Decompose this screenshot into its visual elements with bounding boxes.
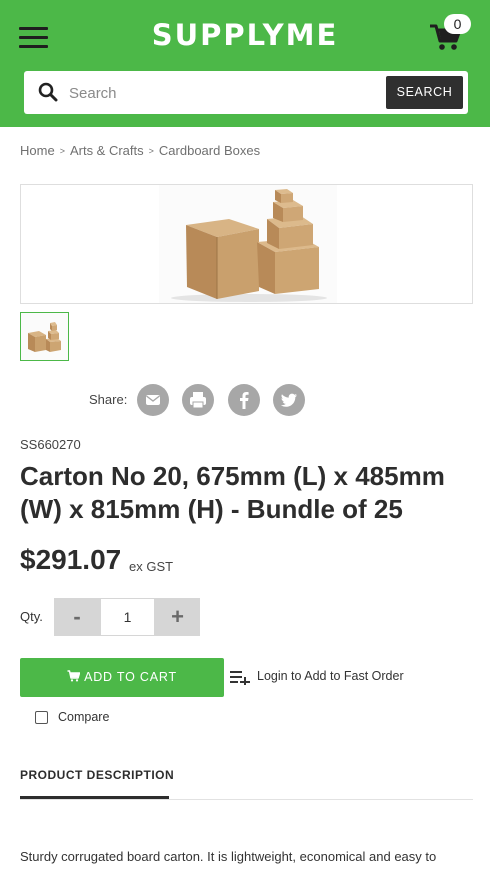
- quantity-decrease-button[interactable]: -: [54, 598, 100, 636]
- add-to-cart-label: ADD TO CART: [84, 670, 177, 684]
- search-input[interactable]: [69, 79, 379, 107]
- search-button[interactable]: SEARCH: [386, 76, 463, 109]
- compare-checkbox[interactable]: [35, 711, 48, 724]
- add-to-list-icon: [230, 671, 250, 685]
- tab-product-description[interactable]: PRODUCT DESCRIPTION: [20, 768, 174, 782]
- breadcrumb-arts-crafts[interactable]: Arts & Crafts: [70, 143, 144, 158]
- product-image[interactable]: [20, 184, 473, 304]
- breadcrumb-home[interactable]: Home: [20, 143, 55, 158]
- facebook-icon[interactable]: [228, 384, 260, 416]
- breadcrumb-cardboard-boxes[interactable]: Cardboard Boxes: [159, 143, 260, 158]
- header: SUPPLYME 0 SEARCH: [0, 0, 490, 127]
- print-icon[interactable]: [182, 384, 214, 416]
- add-to-cart-button[interactable]: ADD TO CART: [20, 658, 224, 697]
- product-thumbnail[interactable]: [20, 312, 69, 361]
- cart-count-badge: 0: [444, 14, 471, 34]
- tax-note: ex GST: [129, 559, 174, 574]
- share-label: Share:: [89, 392, 128, 407]
- fast-order-link[interactable]: Login to Add to Fast Order: [257, 669, 404, 683]
- search-icon: [38, 82, 58, 102]
- tab-divider: [20, 799, 473, 800]
- chevron-right-icon: >: [148, 146, 154, 156]
- cart-icon: [67, 670, 81, 682]
- email-icon[interactable]: [137, 384, 169, 416]
- quantity-label: Qty.: [20, 609, 43, 624]
- logo[interactable]: SUPPLYME: [0, 18, 490, 52]
- quantity-increase-button[interactable]: +: [155, 598, 200, 636]
- compare-label[interactable]: Compare: [58, 710, 109, 724]
- breadcrumb: Home > Arts & Crafts > Cardboard Boxes: [20, 143, 260, 158]
- quantity-input[interactable]: [100, 598, 155, 636]
- product-price: $291.07: [20, 544, 122, 575]
- product-description-text: Sturdy corrugated board carton. It is li…: [20, 849, 437, 864]
- twitter-icon[interactable]: [273, 384, 305, 416]
- chevron-right-icon: >: [59, 146, 65, 156]
- search-bar: SEARCH: [24, 71, 468, 114]
- product-sku: SS660270: [20, 437, 81, 452]
- product-title: Carton No 20, 675mm (L) x 485mm (W) x 81…: [20, 461, 445, 524]
